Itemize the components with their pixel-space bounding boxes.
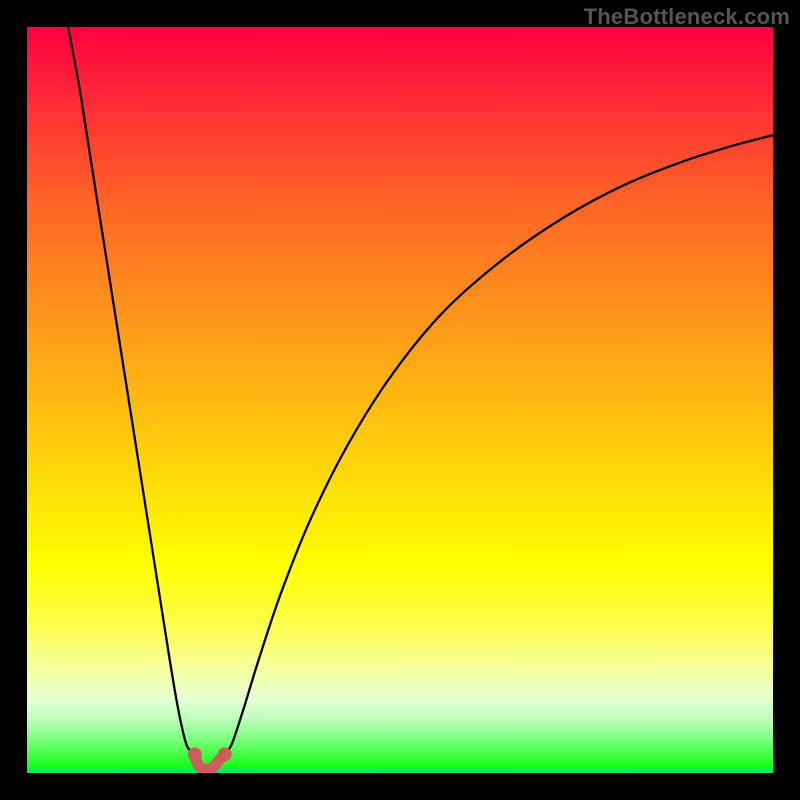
chart-stage: TheBottleneck.com (0, 0, 800, 800)
marker-dot-right (218, 747, 232, 761)
series-right-branch (225, 135, 773, 754)
series-left-branch (68, 27, 195, 754)
curve-layer (27, 27, 773, 773)
plot-area (27, 27, 773, 773)
marker-dot-left (188, 747, 202, 761)
